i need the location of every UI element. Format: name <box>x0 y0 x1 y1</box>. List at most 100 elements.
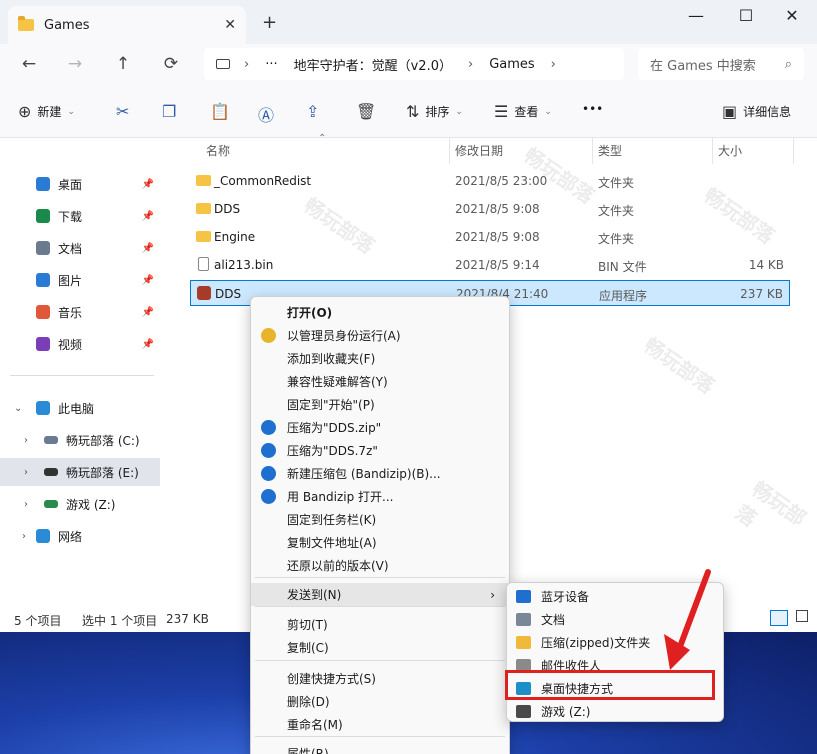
pin-icon[interactable]: 📌 <box>142 179 154 190</box>
close-button[interactable]: ✕ <box>772 6 812 25</box>
context-menu-item[interactable]: 压缩为"DDS.7z" <box>251 439 509 462</box>
context-menu-item[interactable]: 剪切(T) <box>251 613 509 636</box>
sort-icon: ⇅ <box>406 102 420 121</box>
column-divider[interactable] <box>793 138 794 164</box>
new-button[interactable]: ⊕ 新建 ⌄ <box>18 102 75 121</box>
sendto-item[interactable]: 游戏 (Z:) <box>507 700 723 723</box>
up-button[interactable]: ↑ <box>108 54 138 74</box>
context-menu-item[interactable]: 压缩为"DDS.zip" <box>251 416 509 439</box>
context-menu-item[interactable]: 还原以前的版本(V) <box>251 554 509 577</box>
table-row[interactable]: _CommonRedist 2021/8/5 23:00 文件夹 <box>190 168 790 194</box>
sidebar-item-quick[interactable]: 视频 📌 <box>0 330 160 358</box>
details-button[interactable]: ▣ 详细信息 <box>722 102 791 121</box>
context-menu-item[interactable]: 新建压缩包 (Bandizip)(B)... <box>251 462 509 485</box>
pin-icon[interactable]: 📌 <box>142 211 154 222</box>
expand-chevron-icon[interactable]: › <box>24 499 28 510</box>
drive-icon <box>516 705 531 718</box>
context-menu-item[interactable]: 创建快捷方式(S) <box>251 667 509 690</box>
sidebar-item-quick[interactable]: 文档 📌 <box>0 234 160 262</box>
sidebar-item-label: 畅玩部落 (C:) <box>66 433 140 448</box>
pin-icon[interactable]: 📌 <box>142 307 154 318</box>
pin-icon[interactable]: 📌 <box>142 243 154 254</box>
breadcrumb-overflow[interactable]: ··· <box>265 57 277 72</box>
column-divider[interactable] <box>592 138 593 164</box>
tab-close-icon[interactable]: ✕ <box>224 17 236 33</box>
folder-icon <box>18 16 34 31</box>
pin-icon[interactable]: 📌 <box>142 339 154 350</box>
more-button[interactable]: ••• <box>582 102 603 116</box>
details-view-toggle[interactable] <box>770 610 788 626</box>
breadcrumb-game[interactable]: 地牢守护者：觉醒（v2.0） <box>294 55 452 74</box>
column-divider[interactable] <box>449 138 450 164</box>
bandizip-icon <box>261 466 276 481</box>
paste-icon: 📋 <box>210 102 230 121</box>
context-menu-item[interactable]: 以管理员身份运行(A) <box>251 324 509 347</box>
expand-chevron-icon[interactable]: › <box>24 435 28 446</box>
expand-chevron-icon[interactable]: › <box>24 467 28 478</box>
breadcrumb-games[interactable]: Games <box>489 57 534 72</box>
menu-item-label: 压缩为"DDS.7z" <box>287 444 378 458</box>
sort-button[interactable]: ⇅ 排序 ⌄ <box>406 102 463 121</box>
address-field[interactable]: › ··· 地牢守护者：觉醒（v2.0） › Games › <box>204 48 624 80</box>
context-menu-item[interactable]: 重命名(M) <box>251 713 509 736</box>
context-menu-item[interactable]: 复制(C) <box>251 636 509 659</box>
file-type: 文件夹 <box>598 232 635 246</box>
title-bar: Games ✕ + — ☐ ✕ <box>0 0 817 44</box>
context-menu-item[interactable]: 打开(O) <box>251 301 509 324</box>
context-menu-item[interactable]: 用 Bandizip 打开... <box>251 485 509 508</box>
tab-games[interactable]: Games ✕ <box>8 6 246 44</box>
menu-item-label: 新建压缩包 (Bandizip)(B)... <box>287 467 441 481</box>
sidebar-item-label: 音乐 <box>58 305 83 320</box>
search-input[interactable]: 在 Games 中搜索 ⌕ <box>638 48 804 80</box>
table-row[interactable]: Engine 2021/8/5 9:08 文件夹 <box>190 224 790 250</box>
menu-separator <box>255 606 505 607</box>
refresh-button[interactable]: ⟳ <box>156 54 186 74</box>
library-icon <box>36 241 50 255</box>
copy-button[interactable]: ❐ <box>162 102 176 121</box>
context-menu-item[interactable]: 删除(D) <box>251 690 509 713</box>
sidebar-item-network[interactable]: 网络 <box>0 522 160 550</box>
view-button[interactable]: ☰ 查看 ⌄ <box>494 102 552 121</box>
forward-button[interactable]: → <box>60 54 90 74</box>
context-menu-item[interactable]: 兼容性疑难解答(Y) <box>251 370 509 393</box>
column-header-size[interactable]: 大小 <box>718 142 742 159</box>
column-header-name[interactable]: 名称 <box>206 142 230 159</box>
rename-button[interactable]: Ⓐ <box>258 102 274 126</box>
context-menu-item[interactable]: 固定到"开始"(P) <box>251 393 509 416</box>
file-date: 2021/8/5 9:08 <box>455 202 540 216</box>
computer-icon <box>216 59 230 69</box>
menu-item-label: 重命名(M) <box>287 718 343 732</box>
sort-label: 排序 <box>425 105 450 119</box>
sidebar-item-quick[interactable]: 音乐 📌 <box>0 298 160 326</box>
menu-item-label: 属性(R) <box>287 747 329 754</box>
column-header-date[interactable]: 修改日期 <box>455 142 503 159</box>
context-menu-item[interactable]: 复制文件地址(A) <box>251 531 509 554</box>
sidebar-item-label: 下载 <box>58 209 83 224</box>
column-header-type[interactable]: 类型 <box>598 142 622 159</box>
cut-button[interactable]: ✂ <box>116 102 129 121</box>
new-tab-button[interactable]: + <box>262 12 277 33</box>
context-menu: 打开(O) 以管理员身份运行(A) 添加到收藏夹(F) 兼容性疑难解答(Y) 固定到"开… <box>250 296 510 754</box>
sidebar-item-quick[interactable]: 下载 📌 <box>0 202 160 230</box>
pin-icon[interactable]: 📌 <box>142 275 154 286</box>
bandizip-icon <box>261 489 276 504</box>
column-divider[interactable] <box>712 138 713 164</box>
sidebar-item-this-pc[interactable]: 此电脑 <box>0 394 160 422</box>
delete-button[interactable]: 🗑 <box>356 102 376 121</box>
sidebar-item-quick[interactable]: 图片 📌 <box>0 266 160 294</box>
context-menu-item[interactable]: 添加到收藏夹(F) <box>251 347 509 370</box>
back-button[interactable]: ← <box>14 54 44 74</box>
context-menu-item[interactable]: 固定到任务栏(K) <box>251 508 509 531</box>
paste-button[interactable]: 📋 <box>210 102 230 121</box>
table-row[interactable]: ali213.bin 2021/8/5 9:14 BIN 文件 14 KB <box>190 252 790 278</box>
sidebar-item-label: 文档 <box>58 241 83 256</box>
maximize-button[interactable]: ☐ <box>726 6 766 25</box>
context-menu-item[interactable]: 属性(R) <box>251 742 509 754</box>
tiles-view-toggle[interactable] <box>796 610 808 622</box>
file-date: 2021/8/5 9:14 <box>455 258 540 272</box>
sidebar-item-quick[interactable]: 桌面 📌 <box>0 170 160 198</box>
context-menu-item[interactable]: 发送到(N) › <box>251 583 509 606</box>
menu-item-label: 压缩为"DDS.zip" <box>287 421 382 435</box>
minimize-button[interactable]: — <box>676 6 716 25</box>
share-button[interactable]: ⇪ <box>306 102 319 121</box>
